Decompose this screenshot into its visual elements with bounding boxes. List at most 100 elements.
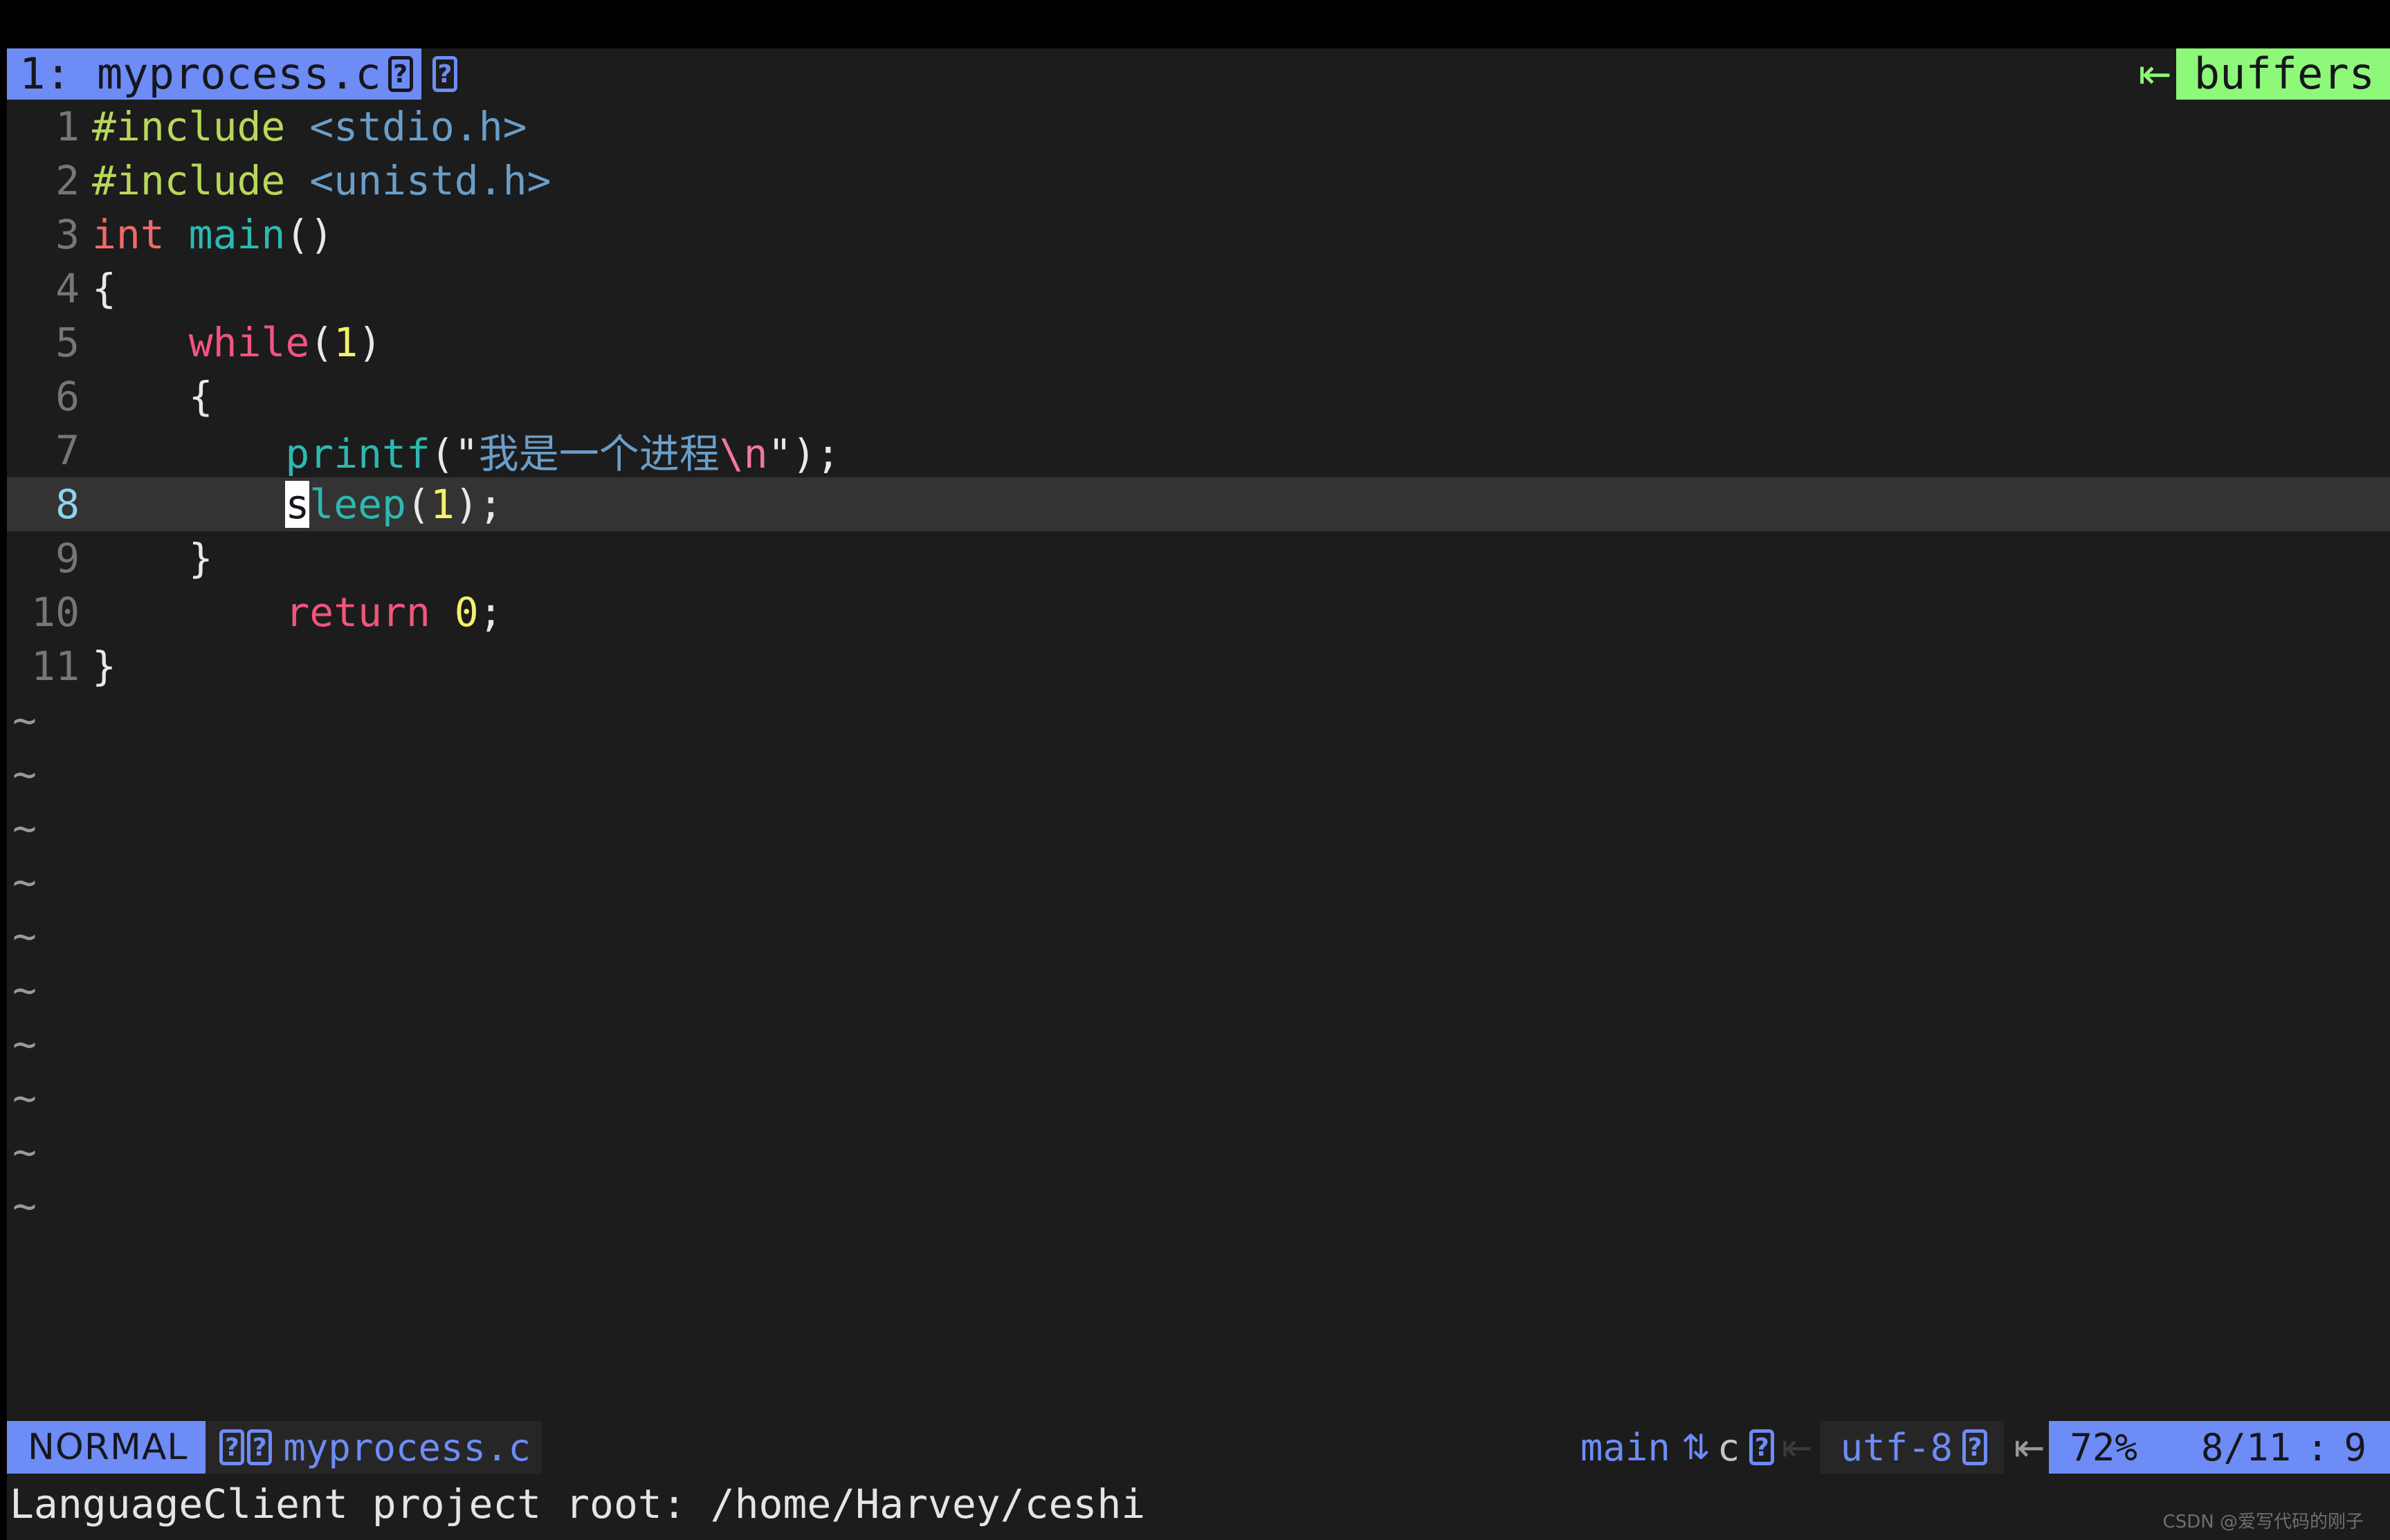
tab-myprocess-c[interactable]: 1: myprocess.c ? <box>7 48 421 100</box>
line-number: 6 <box>55 373 80 420</box>
token-paren-open: ( <box>309 319 334 366</box>
status-filetype: c <box>1717 1425 1740 1469</box>
terminal-screenshot: 1: myprocess.c ? ? ⇤ buffers 1 #include … <box>0 0 2390 1540</box>
token-string: 我是一个进程 <box>478 430 720 477</box>
code-line-3: 3 int main() <box>7 208 2390 262</box>
token-number: 1 <box>430 481 455 528</box>
token-brace: { <box>188 373 213 420</box>
statusline-left-arrow-icon: ⇤ <box>1781 1425 1813 1469</box>
empty-line-tilde: ~ <box>12 805 37 852</box>
line-content: #include <unistd.h> <box>92 157 2390 204</box>
token-preprocessor: #include <box>92 157 286 204</box>
line-content: #include <stdio.h> <box>92 103 2390 150</box>
token-type: int <box>92 211 165 258</box>
vim-terminal: 1: myprocess.c ? ? ⇤ buffers 1 #include … <box>7 48 2390 1540</box>
tab-modified-glyph-icon: ? <box>387 56 413 92</box>
token-paren-quote: (" <box>430 430 479 477</box>
encoding-icon: ? <box>1962 1429 1988 1465</box>
token-keyword: return <box>285 589 430 636</box>
code-line-10: 10 return 0; <box>7 585 2390 639</box>
empty-line-tilde: ~ <box>12 1020 37 1067</box>
token-quote-close: "); <box>767 430 841 477</box>
message-line: LanguageClient project root: /home/Harve… <box>10 1481 1146 1528</box>
code-line-8: 8 sleep(1); <box>7 477 2390 531</box>
code-line-9: 9 } <box>7 531 2390 585</box>
buffers-label: buffers <box>2175 48 2390 100</box>
code-area[interactable]: 1 #include <stdio.h> 2 #include <unistd.… <box>7 100 2390 1409</box>
line-content: { <box>92 373 2390 420</box>
status-git-branch: main <box>1580 1425 1670 1469</box>
token-semicolon: ; <box>478 589 503 636</box>
empty-line-tilde: ~ <box>12 697 37 744</box>
line-number: 1 <box>55 103 80 150</box>
empty-line-tilde: ~ <box>12 913 37 960</box>
git-diff-arrows-icon: ⇅ <box>1681 1427 1711 1467</box>
statusline-right-arrow-icon: ⇤ <box>2014 1425 2045 1469</box>
token-keyword: while <box>188 319 310 366</box>
line-content: } <box>92 643 2390 690</box>
token-include-path: <stdio.h> <box>285 103 527 150</box>
status-file-group: ? ? myprocess.c <box>206 1421 542 1474</box>
line-content: { <box>92 265 2390 312</box>
line-content: } <box>92 535 2390 582</box>
line-number: 11 <box>31 643 80 690</box>
token-paren-close: ) <box>358 319 383 366</box>
line-number-current: 8 <box>55 481 80 528</box>
token-paren-open: ( <box>405 481 430 528</box>
empty-line-tilde: ~ <box>12 859 37 906</box>
empty-line-tilde: ~ <box>12 966 37 1014</box>
line-number: 10 <box>31 589 80 636</box>
buffers-separator-arrow-icon: ⇤ <box>2138 51 2172 98</box>
token-include-path: <unistd.h> <box>285 157 551 204</box>
token-escape: \n <box>719 430 768 477</box>
statusline: NORMAL ? ? myprocess.c main ⇅ c ? ⇤ utf-… <box>7 1421 2390 1474</box>
tab-label: 1: myprocess.c <box>19 48 381 99</box>
empty-line-tilde: ~ <box>12 1182 37 1229</box>
code-line-6: 6 { <box>7 369 2390 423</box>
token-preprocessor: #include <box>92 103 286 150</box>
token-punct: () <box>285 211 334 258</box>
tab-extra-glyph-wrap: ? <box>426 56 457 92</box>
token-brace: } <box>92 643 116 690</box>
line-content: while(1) <box>92 319 2390 366</box>
line-number: 2 <box>55 157 80 204</box>
status-line-position: 8/11 <box>2200 1425 2291 1469</box>
code-line-1: 1 #include <stdio.h> <box>7 100 2390 154</box>
status-percent: 72% <box>2070 1425 2137 1469</box>
status-encoding: utf-8 <box>1840 1425 1953 1469</box>
empty-line-tilde: ~ <box>12 1128 37 1175</box>
tab-close-glyph-icon[interactable]: ? <box>432 56 457 92</box>
line-number: 9 <box>55 535 80 582</box>
status-position-separator: : <box>2306 1425 2329 1469</box>
code-line-7: 7 printf("我是一个进程\n"); <box>7 423 2390 477</box>
code-line-4: 4 { <box>7 262 2390 315</box>
text-cursor: s <box>285 481 310 528</box>
line-content: sleep(1); <box>92 481 2390 528</box>
status-mode-badge: NORMAL <box>7 1421 206 1474</box>
watermark: CSDN @爱写代码的刚子 <box>2162 1512 2364 1532</box>
code-line-11: 11 } <box>7 639 2390 693</box>
line-content: int main() <box>92 211 2390 258</box>
status-filename: myprocess.c <box>283 1425 531 1469</box>
token-brace: } <box>188 535 213 582</box>
tabline: 1: myprocess.c ? ? ⇤ buffers <box>7 48 2390 100</box>
buffers-indicator[interactable]: ⇤ buffers <box>2138 48 2390 100</box>
filetype-icon: ? <box>1749 1429 1775 1465</box>
line-number: 3 <box>55 211 80 258</box>
token-function: printf <box>285 430 430 477</box>
token-number: 0 <box>430 589 479 636</box>
file-icon: ? <box>219 1429 245 1465</box>
code-line-5: 5 while(1) <box>7 315 2390 369</box>
empty-line-tilde: ~ <box>12 1074 37 1121</box>
line-content: return 0; <box>92 589 2390 636</box>
token-paren-close: ); <box>454 481 503 528</box>
line-content: printf("我是一个进程\n"); <box>92 421 2390 479</box>
token-function: leep <box>309 481 406 528</box>
token-function: main <box>164 211 286 258</box>
